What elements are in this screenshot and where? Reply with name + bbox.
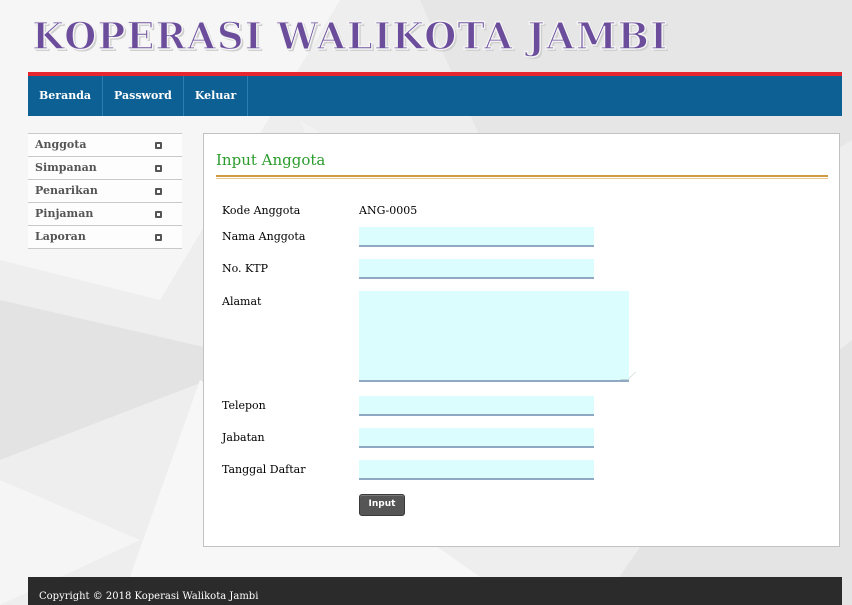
telepon-input[interactable] (359, 396, 594, 416)
page-frame: KOPERASI WALIKOTA JAMBI Beranda Password… (28, 0, 842, 605)
square-bullet-icon (155, 188, 162, 195)
content-panel: Input Anggota Kode Anggota ANG-0005 Nama… (203, 133, 840, 547)
square-bullet-icon (155, 142, 162, 149)
nav-item-password[interactable]: Password (103, 76, 184, 116)
sidebar-item-label: Pinjaman (35, 207, 94, 220)
sidebar-item-pinjaman[interactable]: Pinjaman (28, 203, 182, 226)
title-divider (216, 175, 828, 179)
sidebar-item-simpanan[interactable]: Simpanan (28, 157, 182, 180)
top-navbar: Beranda Password Keluar (28, 72, 842, 116)
kode-anggota-label: Kode Anggota (222, 204, 301, 217)
sidebar-item-label: Penarikan (35, 184, 98, 197)
square-bullet-icon (155, 234, 162, 241)
telepon-label: Telepon (222, 399, 266, 412)
sidebar-item-label: Simpanan (35, 161, 97, 174)
tanggal-daftar-input[interactable] (359, 460, 594, 480)
footer-copyright: Copyright © 2018 Koperasi Walikota Jambi (39, 591, 259, 602)
page-title: Input Anggota (216, 151, 326, 169)
square-bullet-icon (155, 211, 162, 218)
no-ktp-input[interactable] (359, 259, 594, 279)
sidebar-item-anggota[interactable]: Anggota (28, 134, 182, 157)
sidebar-item-label: Anggota (35, 138, 87, 151)
sidebar-item-penarikan[interactable]: Penarikan (28, 180, 182, 203)
alamat-textarea[interactable] (359, 291, 629, 382)
page-footer: Copyright © 2018 Koperasi Walikota Jambi (28, 577, 842, 605)
no-ktp-label: No. KTP (222, 262, 269, 275)
sidebar-menu: Anggota Simpanan Penarikan Pinjaman Lapo… (28, 133, 182, 249)
alamat-label: Alamat (222, 295, 262, 308)
jabatan-input[interactable] (359, 428, 594, 448)
nav-item-keluar[interactable]: Keluar (184, 76, 249, 116)
nama-anggota-input[interactable] (359, 227, 594, 247)
square-bullet-icon (155, 165, 162, 172)
sidebar-item-laporan[interactable]: Laporan (28, 226, 182, 249)
site-title: KOPERASI WALIKOTA JAMBI (31, 13, 669, 58)
input-submit-button[interactable]: Input (359, 494, 405, 516)
nav-item-beranda[interactable]: Beranda (28, 76, 104, 116)
nama-anggota-label: Nama Anggota (222, 230, 306, 243)
jabatan-label: Jabatan (222, 431, 265, 444)
tanggal-daftar-label: Tanggal Daftar (222, 463, 306, 476)
kode-anggota-value: ANG-0005 (359, 204, 418, 217)
sidebar-item-label: Laporan (35, 230, 86, 243)
